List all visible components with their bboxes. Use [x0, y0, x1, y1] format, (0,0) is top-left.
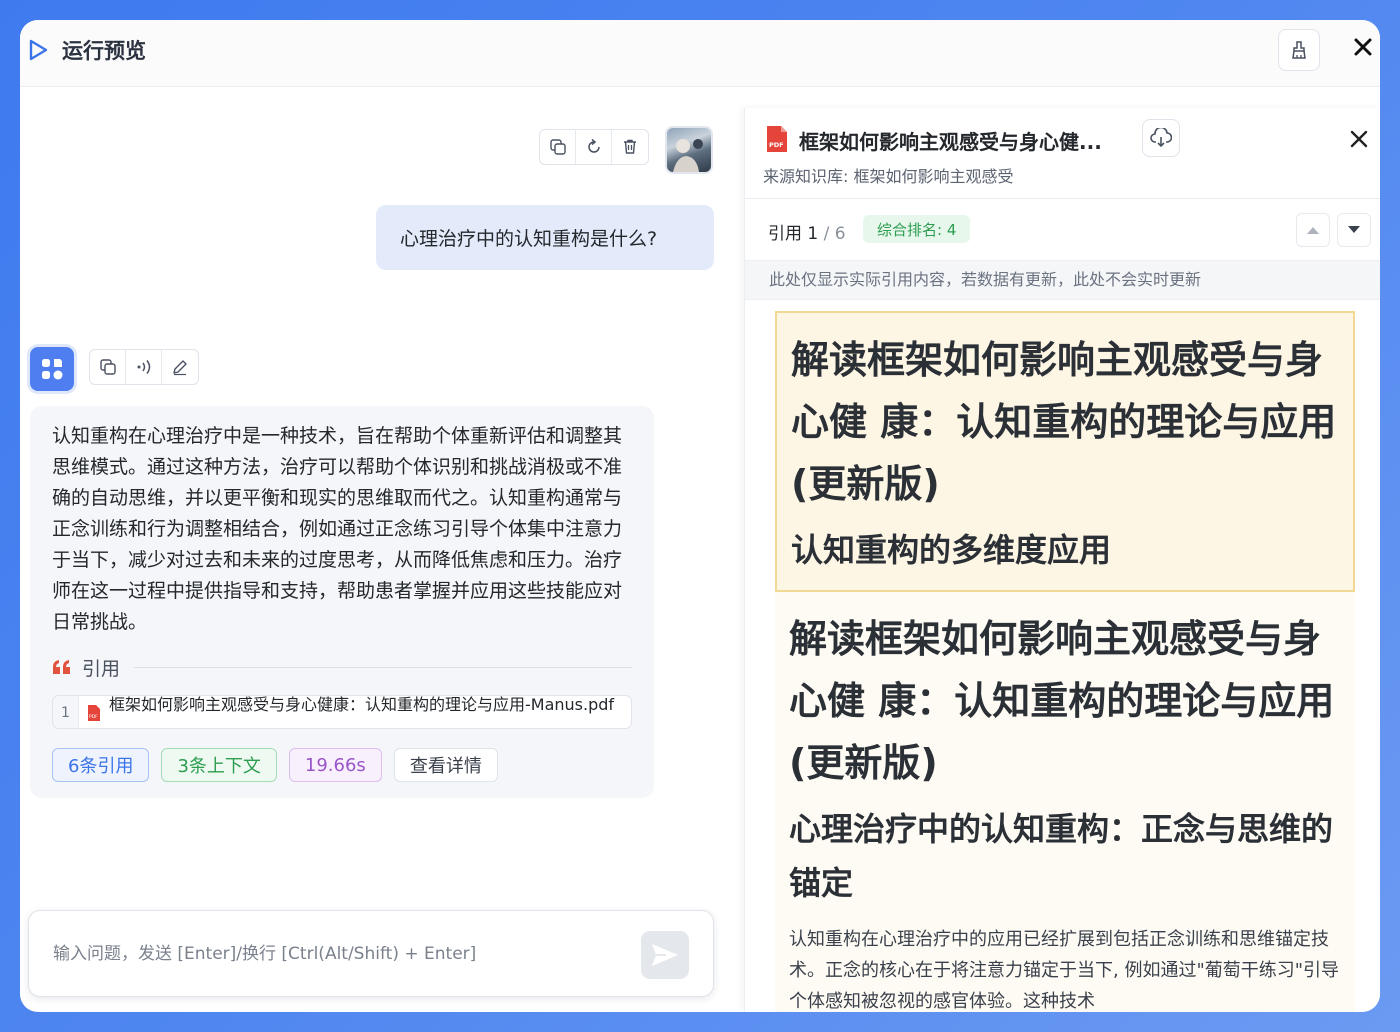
- pdf-file-icon: PDF: [88, 705, 100, 721]
- copy-button[interactable]: [90, 350, 126, 384]
- previous-citation-button[interactable]: [1296, 213, 1330, 247]
- knowledge-base-source: 来源知识库: 框架如何影响主观感受: [763, 167, 1014, 186]
- cloud-download-icon: [1150, 128, 1172, 148]
- avatar-photo: [673, 139, 703, 172]
- block-title: 解读框架如何影响主观感受与身心健 康：认知重构的理论与应用(更新版): [789, 617, 1335, 785]
- block-subtitle: 认知重构的多维度应用: [791, 531, 1112, 569]
- regenerate-button[interactable]: [576, 130, 612, 164]
- download-button[interactable]: [1142, 119, 1180, 157]
- delete-button[interactable]: [612, 130, 648, 164]
- panel-close-icon[interactable]: [1348, 128, 1370, 150]
- ai-message: 认知重构在心理治疗中是一种技术，旨在帮助个体重新评估和调整其思维模式。通过这种方…: [30, 406, 654, 798]
- citation-position-total: / 6: [818, 224, 846, 244]
- read-aloud-button[interactable]: [126, 350, 162, 384]
- next-citation-button[interactable]: [1337, 213, 1371, 247]
- modal-header: 运行预览: [20, 20, 1380, 87]
- run-preview-modal: 运行预览 心理治疗中的认知重构是什么? 认知重构在心理治疗中是一种技术，旨在帮助…: [20, 20, 1380, 1012]
- chat-area: 心理治疗中的认知重构是什么? 认知重构在心理治疗中是一种技术，旨在帮助个体重新评…: [20, 88, 740, 1012]
- chat-input[interactable]: [53, 936, 613, 972]
- citation-index: 1: [53, 696, 79, 728]
- caret-up-icon: [1307, 227, 1319, 234]
- quote-icon: [53, 660, 70, 674]
- refresh-icon: [587, 138, 600, 153]
- user-message: 心理治疗中的认知重构是什么?: [376, 205, 714, 270]
- ai-message-toolbar: [89, 349, 199, 385]
- copy-icon: [99, 359, 116, 375]
- ai-avatar: [30, 347, 74, 391]
- response-time-tag: 19.66s: [288, 748, 382, 782]
- rank-badge: 综合排名: 4: [863, 215, 971, 243]
- notice-bar: 此处仅显示实际引用内容，若数据有更新，此处不会实时更新: [745, 260, 1380, 300]
- speaker-wave-icon: [137, 360, 150, 374]
- svg-text:PDF: PDF: [769, 141, 784, 149]
- citation-position-current: 引用 1: [768, 224, 819, 244]
- citation-header: 引用: [52, 652, 632, 682]
- modal-title: 运行预览: [62, 39, 146, 63]
- pdf-file-icon: PDF: [767, 126, 787, 152]
- citation-block: 解读框架如何影响主观感受与身心健 康：认知重构的理论与应用(更新版) 心理治疗中…: [775, 592, 1355, 1012]
- send-icon: [652, 944, 678, 966]
- citations-count-tag[interactable]: 6条引用: [52, 748, 150, 782]
- modal-close-icon[interactable]: [1352, 36, 1374, 58]
- citation-item[interactable]: 1 PDF 框架如何影响主观感受与身心健康：认知重构的理论与应用-Manus.p…: [52, 695, 632, 729]
- block-title: 解读框架如何影响主观感受与身心健 康：认知重构的理论与应用(更新版): [791, 338, 1337, 506]
- view-details-button[interactable]: 查看详情: [393, 748, 498, 782]
- pencil-icon: [173, 360, 187, 376]
- caret-down-icon: [1348, 226, 1360, 233]
- divider: [134, 666, 632, 668]
- edit-button[interactable]: [162, 350, 198, 384]
- block-subtitle: 心理治疗中的认知重构：正念与思维的锚定: [789, 810, 1334, 902]
- response-meta-tags: 6条引用 3条上下文 19.66s 查看详情: [52, 748, 498, 782]
- citation-filename: 框架如何影响主观感受与身心健康：认知重构的理论与应用-Manus.pdf: [109, 695, 615, 714]
- citation-position: 引用 1 / 6: [768, 219, 846, 244]
- copy-icon: [549, 139, 566, 155]
- context-count-tag[interactable]: 3条上下文: [161, 748, 277, 782]
- broom-icon: [1292, 41, 1306, 59]
- bot-icon: [42, 359, 63, 380]
- ai-answer-text: 认知重构在心理治疗中是一种技术，旨在帮助个体重新评估和调整其思维模式。通过这种方…: [52, 425, 623, 633]
- copy-button[interactable]: [540, 130, 576, 164]
- user-message-toolbar: [539, 129, 649, 165]
- user-avatar: [665, 126, 713, 174]
- svg-text:PDF: PDF: [89, 714, 98, 720]
- panel-title: 框架如何影响主观感受与身心健...: [799, 130, 1102, 154]
- play-icon: [29, 39, 48, 61]
- highlighted-citation-block: 解读框架如何影响主观感受与身心健 康：认知重构的理论与应用(更新版) 认知重构的…: [775, 311, 1355, 592]
- chat-input-box: [28, 910, 714, 997]
- clear-chat-button[interactable]: [1278, 29, 1320, 71]
- citation-label: 引用: [82, 657, 121, 680]
- send-button[interactable]: [641, 931, 689, 979]
- citation-preview-panel: PDF 框架如何影响主观感受与身心健... 来源知识库: 框架如何影响主观感受 …: [744, 108, 1380, 1012]
- block-body: 认知重构在心理治疗中的应用已经扩展到包括正念训练和思维锚定技术。正念的核心在于将…: [789, 929, 1339, 1012]
- citation-navigator: 引用 1 / 6 综合排名: 4: [745, 199, 1380, 260]
- trash-icon: [624, 139, 636, 154]
